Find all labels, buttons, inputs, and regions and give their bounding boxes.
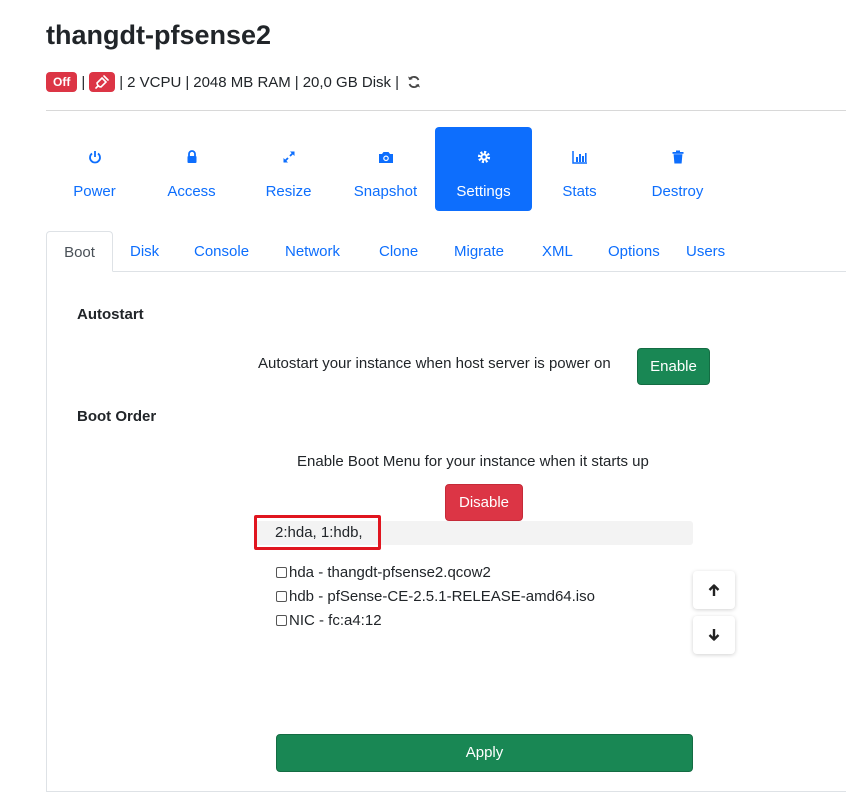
boot-device-label: hda - thangdt-pfsense2.qcow2 bbox=[289, 563, 491, 581]
action-label: Destroy bbox=[651, 183, 704, 200]
vcpu-info: 2 VCPU bbox=[127, 73, 182, 91]
boot-device-checkbox[interactable] bbox=[276, 614, 287, 626]
boot-device-item[interactable]: NIC - fc:a4:12 bbox=[276, 610, 382, 630]
arrow-down-icon bbox=[708, 629, 720, 641]
separator: | bbox=[81, 73, 86, 91]
lock-icon bbox=[186, 149, 198, 165]
separator: | bbox=[395, 73, 399, 91]
action-label: Stats bbox=[562, 183, 597, 200]
tab-xml[interactable]: XML bbox=[542, 231, 573, 271]
boot-device-label: hdb - pfSense-CE-2.5.1-RELEASE-amd64.iso bbox=[289, 587, 595, 605]
move-up-button[interactable] bbox=[693, 571, 735, 609]
header-divider bbox=[46, 110, 846, 111]
boot-device-checkbox[interactable] bbox=[276, 566, 287, 578]
power-icon bbox=[88, 149, 102, 165]
action-destroy[interactable]: Destroy bbox=[629, 127, 726, 211]
autostart-description: Autostart your instance when host server… bbox=[258, 355, 611, 372]
settings-tab-bar: Boot Disk Console Network Clone Migrate … bbox=[46, 231, 846, 272]
move-down-button[interactable] bbox=[693, 616, 735, 654]
separator: | bbox=[119, 73, 124, 91]
boot-device-item[interactable]: hdb - pfSense-CE-2.5.1-RELEASE-amd64.iso bbox=[276, 586, 595, 606]
action-access[interactable]: Access bbox=[143, 127, 240, 211]
gear-icon bbox=[477, 149, 491, 165]
instance-title: thangdt-pfsense2 bbox=[46, 20, 272, 50]
action-label: Snapshot bbox=[353, 183, 418, 200]
action-label: Settings bbox=[456, 183, 511, 200]
action-power[interactable]: Power bbox=[46, 127, 143, 211]
action-stats[interactable]: Stats bbox=[531, 127, 628, 211]
boot-menu-description: Enable Boot Menu for your instance when … bbox=[297, 453, 649, 470]
boot-device-label: NIC - fc:a4:12 bbox=[289, 611, 382, 629]
tab-console[interactable]: Console bbox=[194, 231, 249, 271]
refresh-icon[interactable] bbox=[407, 75, 421, 89]
boot-device-checkbox[interactable] bbox=[276, 590, 287, 602]
plug-icon bbox=[95, 75, 110, 89]
tab-clone[interactable]: Clone bbox=[379, 231, 418, 271]
tab-options[interactable]: Options bbox=[608, 231, 660, 271]
plug-badge bbox=[89, 72, 116, 92]
action-settings[interactable]: Settings bbox=[435, 127, 532, 211]
tab-migrate[interactable]: Migrate bbox=[454, 231, 504, 271]
ram-info: 2048 MB RAM bbox=[193, 73, 291, 91]
camera-icon bbox=[378, 149, 394, 165]
separator: | bbox=[185, 73, 190, 91]
action-snapshot[interactable]: Snapshot bbox=[337, 127, 434, 211]
tab-users[interactable]: Users bbox=[686, 231, 725, 271]
highlight-box bbox=[254, 515, 381, 550]
disk-info: 20,0 GB Disk bbox=[302, 73, 392, 91]
instance-status-line: Off | | 2 VCPU | 2048 MB RAM | 20,0 GB D… bbox=[46, 71, 421, 93]
action-resize[interactable]: Resize bbox=[240, 127, 337, 211]
tab-boot[interactable]: Boot bbox=[46, 231, 113, 272]
boot-order-heading: Boot Order bbox=[77, 408, 157, 425]
action-label: Power bbox=[73, 183, 116, 200]
autostart-heading: Autostart bbox=[77, 306, 144, 323]
separator: | bbox=[294, 73, 299, 91]
status-badge: Off bbox=[46, 72, 78, 92]
apply-button[interactable]: Apply bbox=[276, 734, 693, 772]
action-label: Resize bbox=[265, 183, 312, 200]
arrow-up-icon bbox=[708, 584, 720, 596]
tab-network[interactable]: Network bbox=[285, 231, 340, 271]
boot-device-item[interactable]: hda - thangdt-pfsense2.qcow2 bbox=[276, 562, 491, 582]
bar-chart-icon bbox=[571, 149, 588, 165]
expand-icon bbox=[282, 149, 296, 165]
boot-menu-disable-button[interactable]: Disable bbox=[445, 484, 523, 521]
tab-disk[interactable]: Disk bbox=[130, 231, 159, 271]
autostart-enable-button[interactable]: Enable bbox=[637, 348, 710, 385]
trash-icon bbox=[672, 149, 684, 165]
action-label: Access bbox=[167, 183, 216, 200]
